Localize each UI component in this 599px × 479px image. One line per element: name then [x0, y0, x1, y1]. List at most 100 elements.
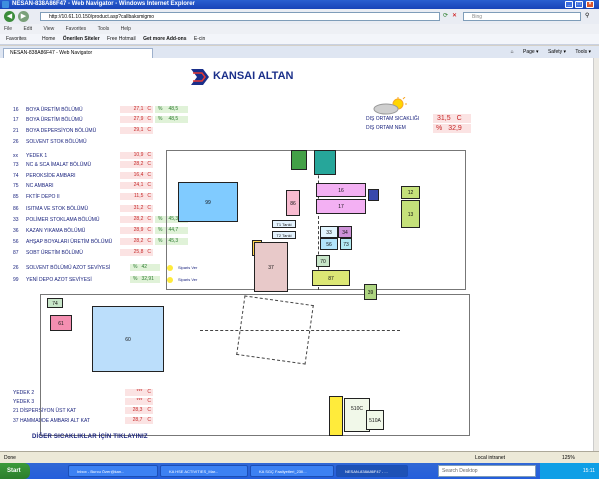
fav-suggested-link[interactable]: Önerilen Siteler [63, 36, 100, 42]
url-input[interactable]: http://10.61.10.150/product.asp?callbaks… [40, 12, 440, 21]
temp-value: 28,2 C [120, 216, 153, 223]
building-yellow-tall[interactable] [329, 396, 343, 436]
menu-help[interactable]: Help [121, 26, 131, 32]
temp-row-label: xx [13, 153, 18, 159]
temp-row-label: 73 [13, 162, 19, 168]
forward-icon[interactable]: ▶ [18, 11, 29, 22]
temp-unit: C [147, 227, 151, 233]
temp-row-label: 56 [13, 239, 19, 245]
building-33[interactable]: 33 [320, 226, 338, 238]
temp-row-name: FKTİF DEPO II [26, 194, 60, 200]
building-86[interactable]: 86 [286, 190, 300, 216]
menu-view[interactable]: View [43, 26, 54, 32]
percent-sign: % [158, 238, 163, 244]
temp-value: 28,2 C [120, 161, 153, 168]
temp-value: 28,9 C [120, 227, 153, 234]
minimize-button[interactable]: _ [565, 1, 573, 8]
tab-web-navigator[interactable]: NESAN-838A86F47 - Web Navigator [3, 48, 153, 58]
safety-menu[interactable]: Safety ▾ [548, 49, 566, 55]
level-value: % 42 [130, 264, 160, 271]
building-74[interactable]: 74 [47, 298, 63, 308]
menu-edit[interactable]: Edit [23, 26, 32, 32]
temp-row-name: NC AMBARI [26, 183, 54, 189]
vertical-scrollbar[interactable] [593, 58, 599, 451]
building-13[interactable]: 13 [401, 200, 420, 228]
outside-hum-unit: % [436, 125, 443, 132]
building-56[interactable]: 56 [320, 238, 338, 250]
menu-favorites[interactable]: Favorites [66, 26, 87, 32]
command-bar: ⌂ Page ▾ Safety ▾ Tools ▾ [503, 48, 591, 57]
tools-menu[interactable]: Tools ▾ [575, 49, 591, 55]
outside-hum-label: DIŞ ORTAM NEM [366, 125, 406, 131]
temp-value-number: 27,1 [133, 106, 144, 112]
temp-row-name: KAZAN YIKAMA BÖLÜMÜ [26, 228, 86, 234]
status-bar: Done Local intranet 125% [0, 451, 599, 463]
temp-row-label: 87 [13, 250, 19, 256]
tank-t2[interactable]: T2 Tanki [272, 231, 296, 239]
humidity-value: % 48,5 [155, 106, 188, 113]
temp-value-number: 10,9 [133, 152, 144, 158]
building-16[interactable]: 16 [316, 183, 366, 197]
percent-sign: % [158, 106, 163, 112]
desktop-search-input[interactable]: Search Desktop [438, 465, 536, 477]
building-12[interactable]: 12 [401, 186, 420, 199]
close-button[interactable]: × [586, 1, 594, 8]
clock: 15:11 [582, 468, 595, 474]
search-input[interactable]: Bing [463, 12, 581, 21]
task-hse-activities[interactable]: KA HSE ACTIVITIES_Mar... [160, 465, 248, 477]
favorites-button[interactable]: Favorites [6, 36, 27, 42]
home-icon[interactable]: ⌂ [511, 49, 514, 55]
outside-temp-field: 31,5 C [433, 114, 471, 123]
temp-unit: C [147, 172, 151, 178]
building-70[interactable]: 70 [316, 255, 330, 267]
start-button[interactable]: Start [0, 463, 30, 479]
outside-hum-value: 32,9 [448, 125, 462, 132]
task-sgc[interactable]: KA SGÇ Faaliyetleri_23II... [250, 465, 334, 477]
temp-unit: C [147, 106, 151, 112]
building-60[interactable]: 60 [92, 306, 164, 372]
building-87[interactable]: 87 [312, 270, 350, 286]
level-row-name: SOLVENT BÖLÜMÜ AZOT SEVİYESİ [26, 265, 111, 271]
building-teal[interactable] [314, 150, 336, 175]
menu-file[interactable]: File [4, 26, 12, 32]
refresh-icon[interactable]: ⟳ [443, 12, 448, 19]
temp-row-name: BOYA DEPERSİYON BÖLÜMÜ [26, 128, 97, 134]
building-34[interactable]: 34 [338, 226, 352, 238]
building-99[interactable]: 99 [178, 182, 238, 222]
building-39[interactable]: 39 [364, 284, 377, 300]
stop-icon[interactable]: ✕ [452, 12, 457, 19]
task-inbox[interactable]: Inbox - Burcu Özer@kan... [68, 465, 158, 477]
building-510a[interactable]: 510A [366, 410, 384, 430]
back-icon[interactable]: ◀ [4, 11, 15, 22]
task-web-navigator[interactable]: NESAN-838A86F47 - ... [336, 465, 408, 477]
tab-bar: NESAN-838A86F47 - Web Navigator ⌂ Page ▾… [0, 46, 599, 58]
temp-row-label: 16 [13, 107, 19, 113]
building-green-small[interactable] [291, 150, 307, 170]
building-37[interactable]: 37 [254, 242, 288, 292]
other-temperatures-link[interactable]: DİĞER SICAKLIKLAR İÇİN TIKLAYINIZ [32, 434, 148, 440]
search-icon[interactable]: ⚲ [585, 12, 589, 19]
temp-value: 11,5 C [120, 193, 153, 200]
building-73[interactable]: 73 [340, 238, 352, 250]
temp-unit: C [147, 205, 151, 211]
building-61[interactable]: 61 [50, 315, 72, 331]
building-blue-small[interactable] [368, 189, 379, 201]
level-row-name: YENİ DEPO AZOT SEVİYESİ [26, 277, 92, 283]
fav-ecin-link[interactable]: E-cin [194, 36, 205, 42]
menu-tools[interactable]: Tools [98, 26, 110, 32]
page-menu[interactable]: Page ▾ [523, 49, 539, 55]
level-number: 32,91 [141, 276, 154, 282]
temp-row-name: PEROKSİDE AMBARI [26, 173, 76, 179]
building-17[interactable]: 17 [316, 199, 366, 214]
maximize-button[interactable]: □ [575, 1, 583, 8]
temp-row-name: NC & SCA İMALAT BÖLÜMÜ [26, 162, 92, 168]
status-text: Done [4, 455, 16, 461]
fav-addons-link[interactable]: Get more Add-ons [143, 36, 186, 42]
fav-hotmail-link[interactable]: Free Hotmail [107, 36, 136, 42]
temp-value: 16,4 C [120, 172, 153, 179]
windows-taskbar: Start Inbox - Burcu Özer@kan... KA HSE A… [0, 463, 599, 479]
tank-t1[interactable]: T1 Tanki [272, 220, 296, 228]
temp-value: 25,8 C [120, 249, 153, 256]
fav-home-link[interactable]: Home [42, 36, 55, 42]
temp-row-name: ISITMA VE STOK BÖLÜMÜ [26, 206, 89, 212]
